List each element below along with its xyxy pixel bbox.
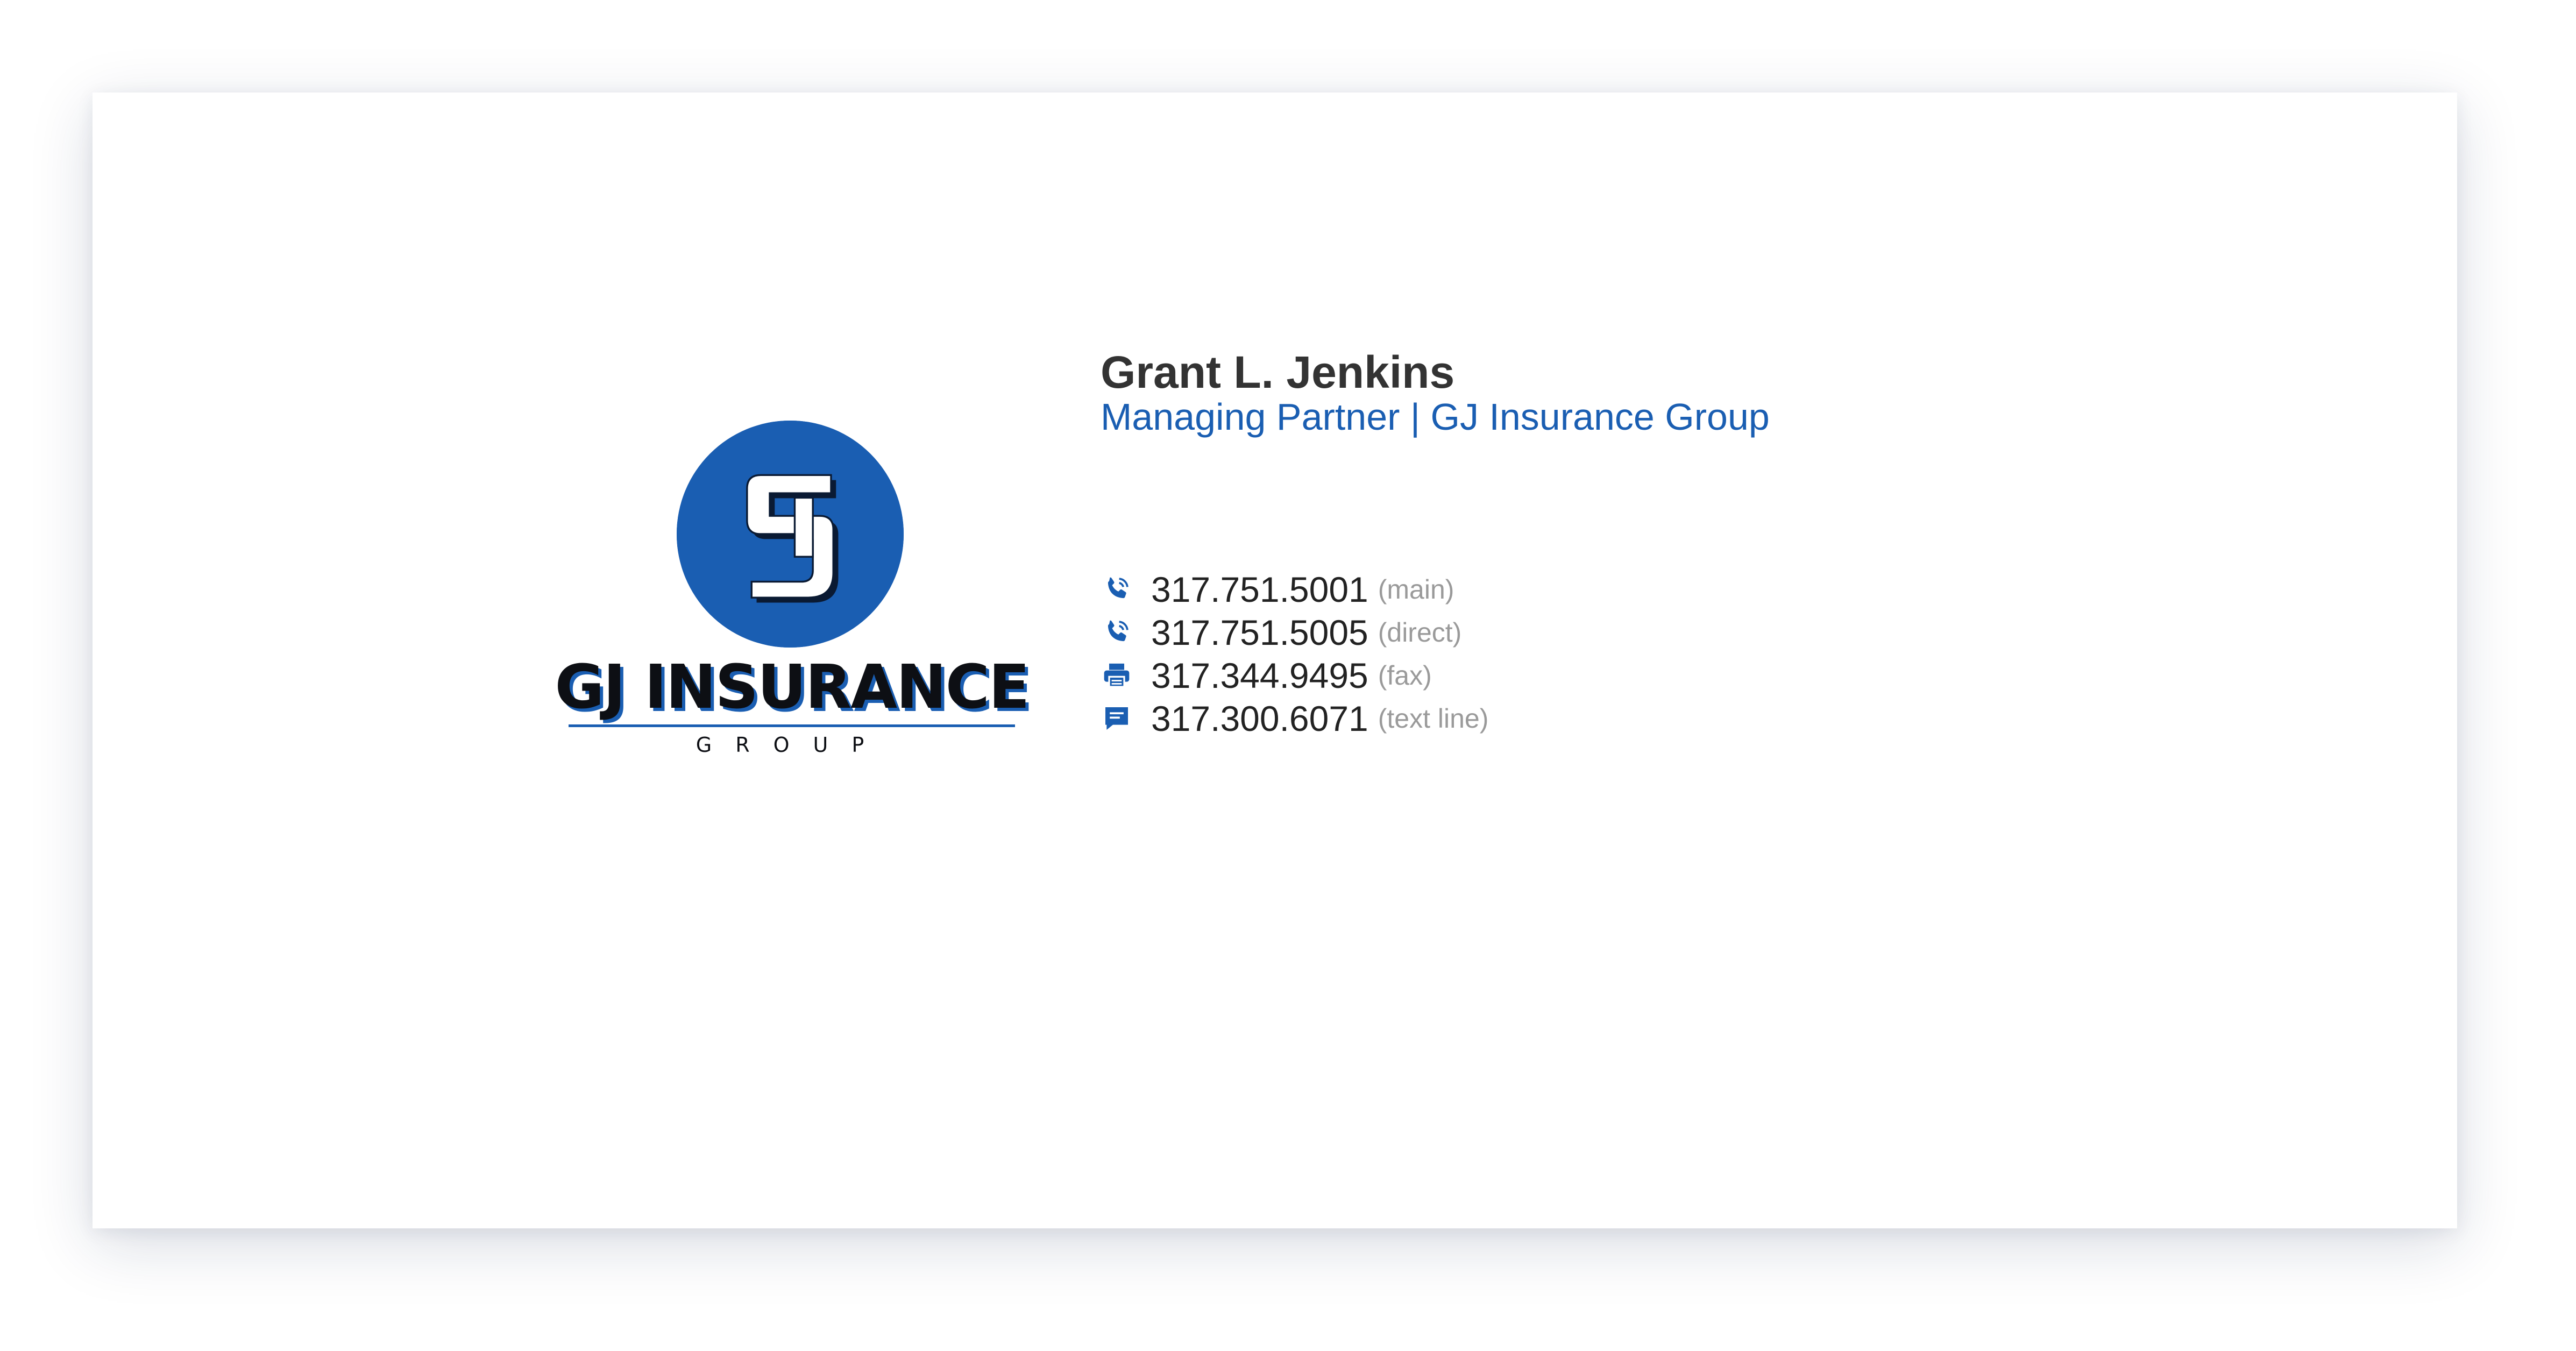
phone-row-fax[interactable]: 317.344.9495 (fax) <box>1101 655 1432 696</box>
email-signature: GJ INSURANCE GROUP Grant L. Jenkins Mana… <box>93 93 2457 1228</box>
phone-number: 317.751.5001 <box>1151 570 1368 609</box>
phone-icon <box>1101 573 1133 606</box>
logo-wordmark: GJ INSURANCE <box>555 652 1030 722</box>
person-name: Grant L. Jenkins <box>1101 347 1455 397</box>
phone-row-direct[interactable]: 317.751.5005 (direct) <box>1101 612 1461 653</box>
phone-label: (fax) <box>1378 660 1432 691</box>
phone-icon <box>1101 616 1133 649</box>
logo-monogram <box>677 421 904 648</box>
phone-row-text-line[interactable]: 317.300.6071 (text line) <box>1101 698 1488 739</box>
chat-icon <box>1101 702 1133 735</box>
fax-icon <box>1101 659 1133 692</box>
text-line-number: 317.300.6071 <box>1151 699 1368 738</box>
phone-label: (text line) <box>1378 703 1489 734</box>
logo-underline <box>569 724 1015 727</box>
signature-card: GJ INSURANCE GROUP Grant L. Jenkins Mana… <box>93 93 2457 1228</box>
logo-subword: GROUP <box>696 733 888 757</box>
phone-label: (direct) <box>1378 617 1462 648</box>
phone-row-main[interactable]: 317.751.5001 (main) <box>1101 569 1454 610</box>
fax-number: 317.344.9495 <box>1151 656 1368 695</box>
person-title: Managing Partner | GJ Insurance Group <box>1101 396 1770 438</box>
gj-monogram-icon <box>677 421 904 648</box>
phone-number: 317.751.5005 <box>1151 613 1368 652</box>
phone-label: (main) <box>1378 574 1454 605</box>
